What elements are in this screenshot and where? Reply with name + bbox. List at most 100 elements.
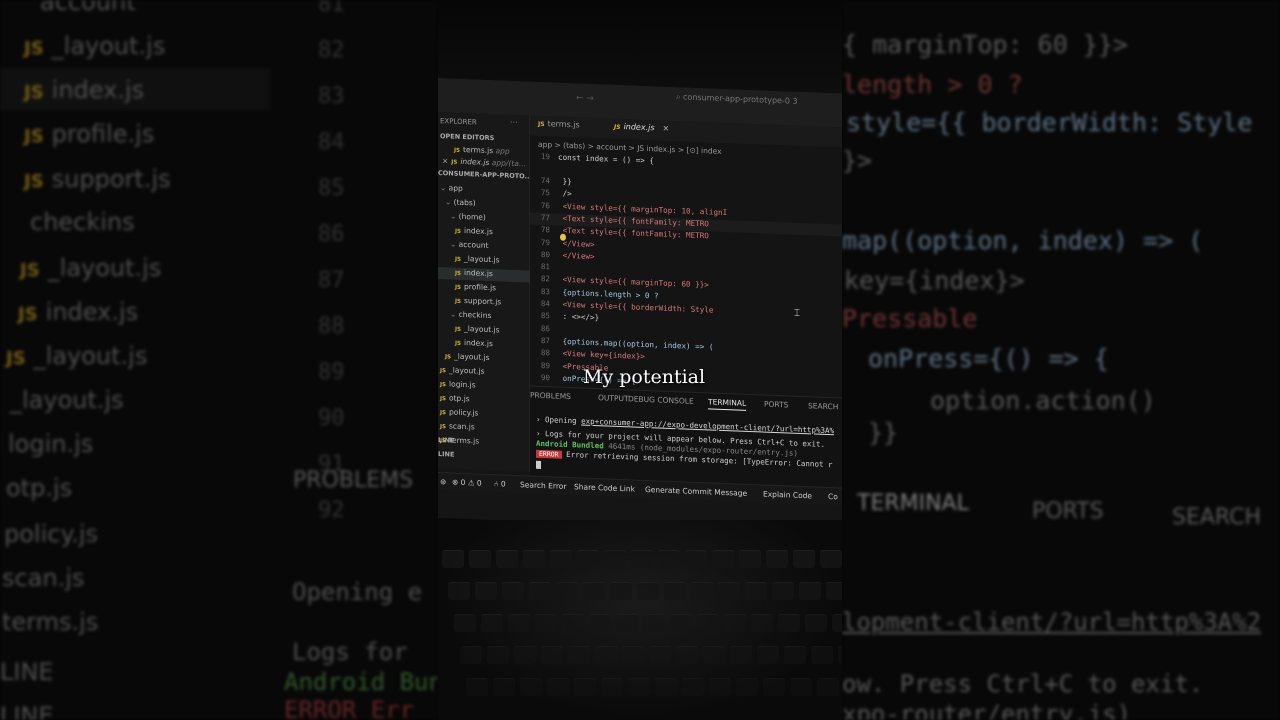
keyboard-key bbox=[454, 614, 476, 632]
keyboard-key bbox=[736, 678, 758, 696]
sticky-scroll-line: 19 const index = () => { bbox=[540, 151, 655, 166]
lightbulb-icon[interactable] bbox=[560, 233, 566, 241]
file-tree-item[interactable]: JS policy.js bbox=[438, 407, 530, 423]
status-ports[interactable]: ⑃ 0 bbox=[494, 479, 506, 488]
close-icon[interactable]: × bbox=[442, 156, 448, 165]
file-tree-label: _layout.js bbox=[449, 365, 485, 376]
background-file-item: login.js bbox=[8, 430, 93, 458]
status-share-code-link[interactable]: Share Code Link bbox=[574, 482, 635, 493]
background-code-line: }> bbox=[842, 146, 873, 175]
file-tree-item[interactable]: JS otp.js bbox=[438, 393, 530, 409]
keyboard-key bbox=[811, 646, 833, 664]
remote-icon[interactable]: ⊛ bbox=[440, 477, 446, 486]
background-code-line: Pressable bbox=[842, 304, 978, 333]
file-tree-item[interactable]: ⌄ app bbox=[438, 183, 530, 199]
line-number: 84 bbox=[540, 298, 550, 309]
js-file-icon: JS bbox=[18, 304, 38, 325]
background-code-line: option.action() bbox=[930, 386, 1156, 415]
keyboard-key bbox=[547, 678, 569, 696]
keyboard-key bbox=[535, 614, 557, 632]
background-terminal-line: xpo-router/entry.js) bbox=[842, 700, 1131, 720]
keyboard-key bbox=[757, 646, 779, 664]
keyboard-key bbox=[763, 678, 785, 696]
outline-header[interactable]: LINE bbox=[438, 436, 454, 445]
background-file-label: checkins bbox=[30, 208, 135, 236]
background-file-item: JS index.js bbox=[24, 76, 144, 104]
file-tree-item[interactable]: ⌄ checkins bbox=[438, 309, 530, 325]
background-file-label: _layout.js bbox=[47, 254, 162, 282]
status-more[interactable]: Co bbox=[828, 492, 838, 501]
panel-tab-search[interactable]: SEARCH bbox=[808, 401, 838, 411]
more-actions-icon[interactable]: ··· bbox=[510, 118, 518, 127]
js-file-icon: JS bbox=[440, 424, 447, 431]
file-tree-item[interactable]: JS profile.js bbox=[438, 281, 530, 297]
panel-tab-problems[interactable]: PROBLEMS bbox=[530, 391, 571, 402]
keyboard-key bbox=[487, 646, 509, 664]
panel-tab-output[interactable]: OUTPUT bbox=[598, 393, 629, 403]
file-tree-item[interactable]: JS _layout.js bbox=[438, 253, 530, 269]
keyboard-key bbox=[583, 582, 605, 600]
file-tree-item[interactable]: JS _layout.js bbox=[438, 365, 530, 381]
panel-tab-terminal[interactable]: TERMINAL bbox=[708, 397, 747, 411]
keyboard-key bbox=[703, 646, 725, 664]
laptop-photo: ← → ⌕ consumer-app-prototype-0 3 EXPLORE… bbox=[438, 0, 842, 720]
file-tree-item[interactable]: JS scan.js bbox=[438, 421, 530, 437]
line-number: 90 bbox=[540, 372, 550, 383]
background-code-line: length > 0 ? bbox=[842, 70, 1023, 99]
file-tree-item[interactable]: ⌄ (home) bbox=[438, 211, 530, 227]
background-line-number: 86 bbox=[318, 222, 345, 247]
background-line-number: 83 bbox=[318, 84, 345, 109]
background-file-label: _layout.js bbox=[10, 386, 124, 414]
close-tab-icon[interactable]: × bbox=[663, 124, 670, 133]
background-file-item: JS index.js bbox=[18, 298, 138, 326]
command-center-search[interactable]: ⌕ consumer-app-prototype-0 3 bbox=[676, 92, 798, 107]
js-file-icon: JS bbox=[20, 260, 40, 281]
file-tree-item[interactable]: JS index.js bbox=[438, 337, 530, 353]
background-file-item: otp.js bbox=[6, 474, 72, 502]
background-file-label: scan.js bbox=[2, 564, 85, 592]
file-tree-label: otp.js bbox=[449, 393, 470, 404]
file-tree-label: policy.js bbox=[449, 407, 479, 418]
status-problems[interactable]: ⊗ 0 ⚠ 0 bbox=[452, 478, 482, 488]
js-file-icon: JS bbox=[455, 256, 462, 263]
line-number: 85 bbox=[540, 311, 550, 321]
code-text: <View key={index}> bbox=[558, 348, 645, 362]
status-generate-commit[interactable]: Generate Commit Message bbox=[645, 485, 747, 498]
chevron-down-icon: ⌄ bbox=[450, 309, 459, 319]
project-header[interactable]: CONSUMER-APP-PROTO... bbox=[438, 169, 532, 185]
keyboard-key bbox=[622, 646, 644, 664]
tab-terms-js[interactable]: JS terms.js bbox=[538, 119, 580, 129]
js-file-icon: JS bbox=[454, 147, 461, 154]
code-text: }} bbox=[558, 176, 572, 187]
js-file-icon: JS bbox=[6, 348, 26, 369]
line-number: 76 bbox=[540, 200, 550, 210]
keyboard-key bbox=[616, 614, 638, 632]
background-file-item: policy.js bbox=[4, 520, 98, 548]
file-tree-item[interactable]: ⌄ account bbox=[438, 239, 530, 255]
code-text: </View> bbox=[558, 250, 595, 261]
keyboard-key bbox=[643, 614, 665, 632]
background-tab-search: SEARCH bbox=[1172, 505, 1262, 530]
panel-tab-ports[interactable]: PORTS bbox=[764, 400, 788, 410]
file-tree-item[interactable]: JS index.js bbox=[438, 225, 530, 241]
file-tree-label: _layout.js bbox=[464, 323, 500, 335]
file-tree-item[interactable]: ⌄ (tabs) bbox=[438, 197, 530, 213]
nav-arrows-icon[interactable]: ← → bbox=[576, 93, 594, 104]
file-tree-item[interactable]: JS _layout.js bbox=[438, 351, 530, 367]
status-search-error[interactable]: Search Error bbox=[520, 480, 566, 491]
file-tree-item[interactable]: JS _layout.js bbox=[438, 323, 530, 339]
file-tree-item[interactable]: JS index.js bbox=[438, 267, 530, 283]
file-tree-item[interactable]: JS support.js bbox=[438, 295, 530, 311]
chevron-down-icon: ⌄ bbox=[450, 211, 459, 221]
background-terminal-line: ow. Press Ctrl+C to exit. bbox=[842, 670, 1204, 698]
keyboard-key bbox=[838, 646, 842, 664]
tab-index-js[interactable]: JS index.js × bbox=[614, 122, 669, 133]
panel-tab-debug-console[interactable]: DEBUG CONSOLE bbox=[628, 394, 694, 406]
line-number: 82 bbox=[540, 274, 550, 284]
terminal-cursor bbox=[536, 460, 541, 469]
status-explain-code[interactable]: Explain Code bbox=[763, 489, 812, 500]
file-tree-item[interactable]: JS login.js bbox=[438, 379, 530, 395]
timeline-header[interactable]: LINE bbox=[438, 450, 454, 459]
keyboard-key bbox=[481, 614, 503, 632]
background-file-label: index.js bbox=[45, 298, 139, 326]
